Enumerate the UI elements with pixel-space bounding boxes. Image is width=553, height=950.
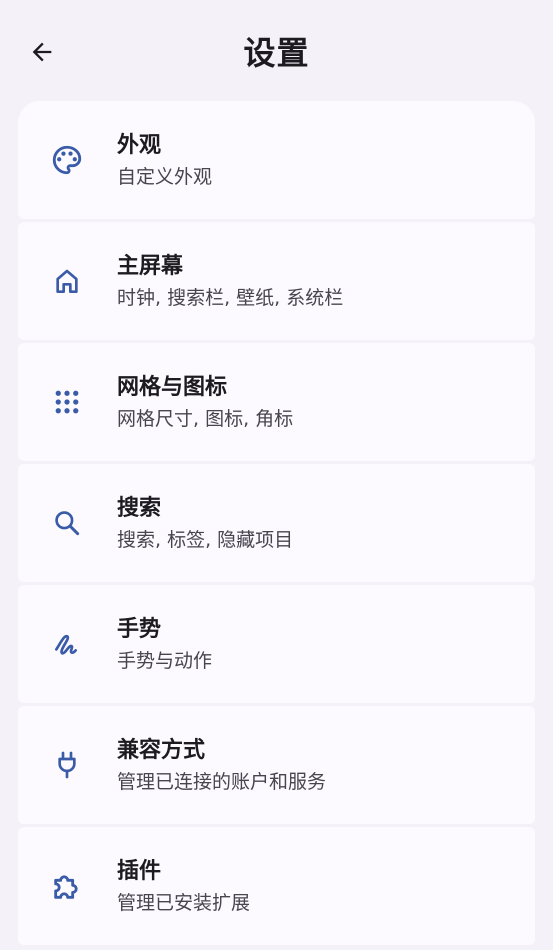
item-subtitle: 管理已安装扩展 (117, 892, 251, 914)
settings-item-appearance[interactable]: 外观 自定义外观 (18, 101, 535, 219)
item-subtitle: 管理已连接的账户和服务 (117, 771, 327, 793)
top-app-bar: 设置 (0, 0, 553, 100)
gesture-icon (49, 626, 85, 662)
puzzle-icon (49, 868, 85, 904)
settings-item-search[interactable]: 搜索 搜索, 标签, 隐藏项目 (18, 464, 535, 582)
page-title: 设置 (243, 34, 310, 72)
item-subtitle: 时钟, 搜索栏, 壁纸, 系统栏 (117, 287, 344, 309)
item-title: 手势 (117, 617, 162, 642)
search-icon (49, 505, 85, 541)
item-subtitle: 自定义外观 (117, 166, 213, 188)
item-title: 网格与图标 (117, 375, 228, 400)
home-icon (49, 263, 85, 299)
settings-item-home-screen[interactable]: 主屏幕 时钟, 搜索栏, 壁纸, 系统栏 (18, 222, 535, 340)
item-title: 插件 (117, 859, 162, 884)
plug-icon (49, 747, 85, 783)
grid-icon (49, 384, 85, 420)
settings-list: 外观 自定义外观 主屏幕 时钟, 搜索栏, 壁纸, 系统栏 网格与图标 网格尺寸… (18, 101, 535, 948)
settings-item-gestures[interactable]: 手势 手势与动作 (18, 585, 535, 703)
settings-item-grid-icons[interactable]: 网格与图标 网格尺寸, 图标, 角标 (18, 343, 535, 461)
item-title: 搜索 (117, 496, 162, 521)
settings-item-plugins[interactable]: 插件 管理已安装扩展 (18, 827, 535, 945)
palette-icon (49, 142, 85, 178)
item-title: 主屏幕 (117, 254, 184, 279)
item-subtitle: 搜索, 标签, 隐藏项目 (117, 529, 294, 551)
settings-item-integrations[interactable]: 兼容方式 管理已连接的账户和服务 (18, 706, 535, 824)
item-subtitle: 手势与动作 (117, 650, 213, 672)
item-title: 兼容方式 (117, 738, 206, 763)
item-subtitle: 网格尺寸, 图标, 角标 (117, 408, 294, 430)
item-title: 外观 (117, 133, 162, 158)
